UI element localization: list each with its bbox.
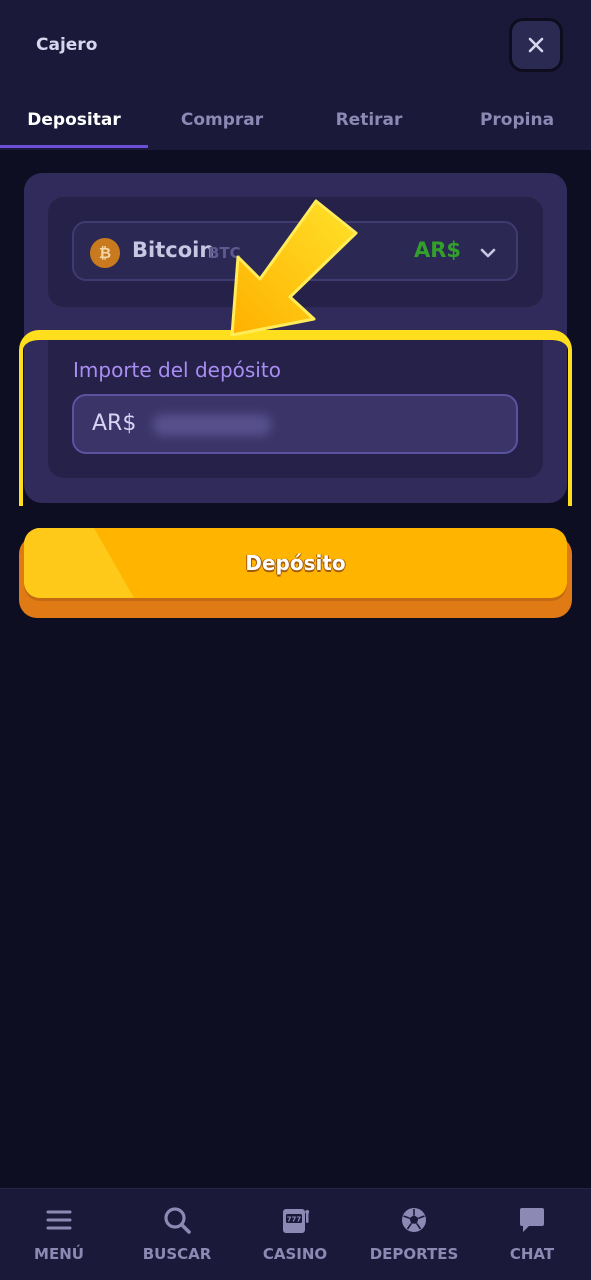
amount-label: Importe del depósito: [73, 358, 281, 382]
nav-label-menu: MENÚ: [34, 1245, 84, 1263]
nav-item-chat[interactable]: CHAT: [473, 1189, 591, 1280]
nav-label-casino: CASINO: [262, 1245, 328, 1263]
close-icon: [528, 37, 544, 53]
nav-item-casino[interactable]: 777 CASINO: [236, 1189, 354, 1280]
bottom-navigation: MENÚ BUSCAR 777 CASINO DEPORTES CHAT: [0, 1188, 591, 1280]
deposit-button-shine: [24, 528, 134, 598]
tab-comprar[interactable]: Comprar: [148, 100, 296, 150]
amount-currency-prefix: AR$: [92, 411, 137, 436]
cashier-tabs: Depositar Comprar Retirar Propina: [0, 100, 591, 150]
nav-label-deportes: DEPORTES: [369, 1245, 459, 1263]
close-button[interactable]: [509, 18, 563, 72]
nav-item-menu[interactable]: MENÚ: [0, 1189, 118, 1280]
coin-name: Bitcoin: [132, 238, 215, 262]
slot-machine-icon: 777: [283, 1209, 310, 1233]
tab-retirar[interactable]: Retirar: [295, 100, 443, 150]
bitcoin-icon: ₿: [90, 238, 120, 268]
pointer-arrow-icon: [230, 199, 358, 337]
deposit-button[interactable]: Depósito: [24, 528, 567, 598]
deposit-button-label: Depósito: [245, 551, 346, 575]
svg-text:₿: ₿: [99, 244, 111, 262]
soccer-ball-icon: [402, 1208, 426, 1232]
tab-depositar[interactable]: Depositar: [0, 100, 148, 150]
chat-bubble-icon: [520, 1208, 544, 1232]
amount-value-blurred: [152, 414, 272, 436]
chevron-down-icon: [480, 248, 496, 258]
page-title: Cajero: [36, 35, 98, 55]
nav-item-buscar[interactable]: BUSCAR: [118, 1189, 236, 1280]
svg-text:777: 777: [287, 1216, 302, 1224]
nav-label-buscar: BUSCAR: [142, 1245, 212, 1263]
fiat-code: AR$: [414, 238, 462, 262]
cashier-header: Cajero Depositar Comprar Retirar Propina: [0, 0, 591, 150]
nav-item-deportes[interactable]: DEPORTES: [355, 1189, 473, 1280]
menu-icon: [46, 1210, 72, 1230]
search-icon: [164, 1207, 191, 1234]
tab-propina[interactable]: Propina: [443, 100, 591, 150]
nav-label-chat: CHAT: [509, 1245, 555, 1263]
amount-input[interactable]: AR$: [72, 394, 518, 454]
